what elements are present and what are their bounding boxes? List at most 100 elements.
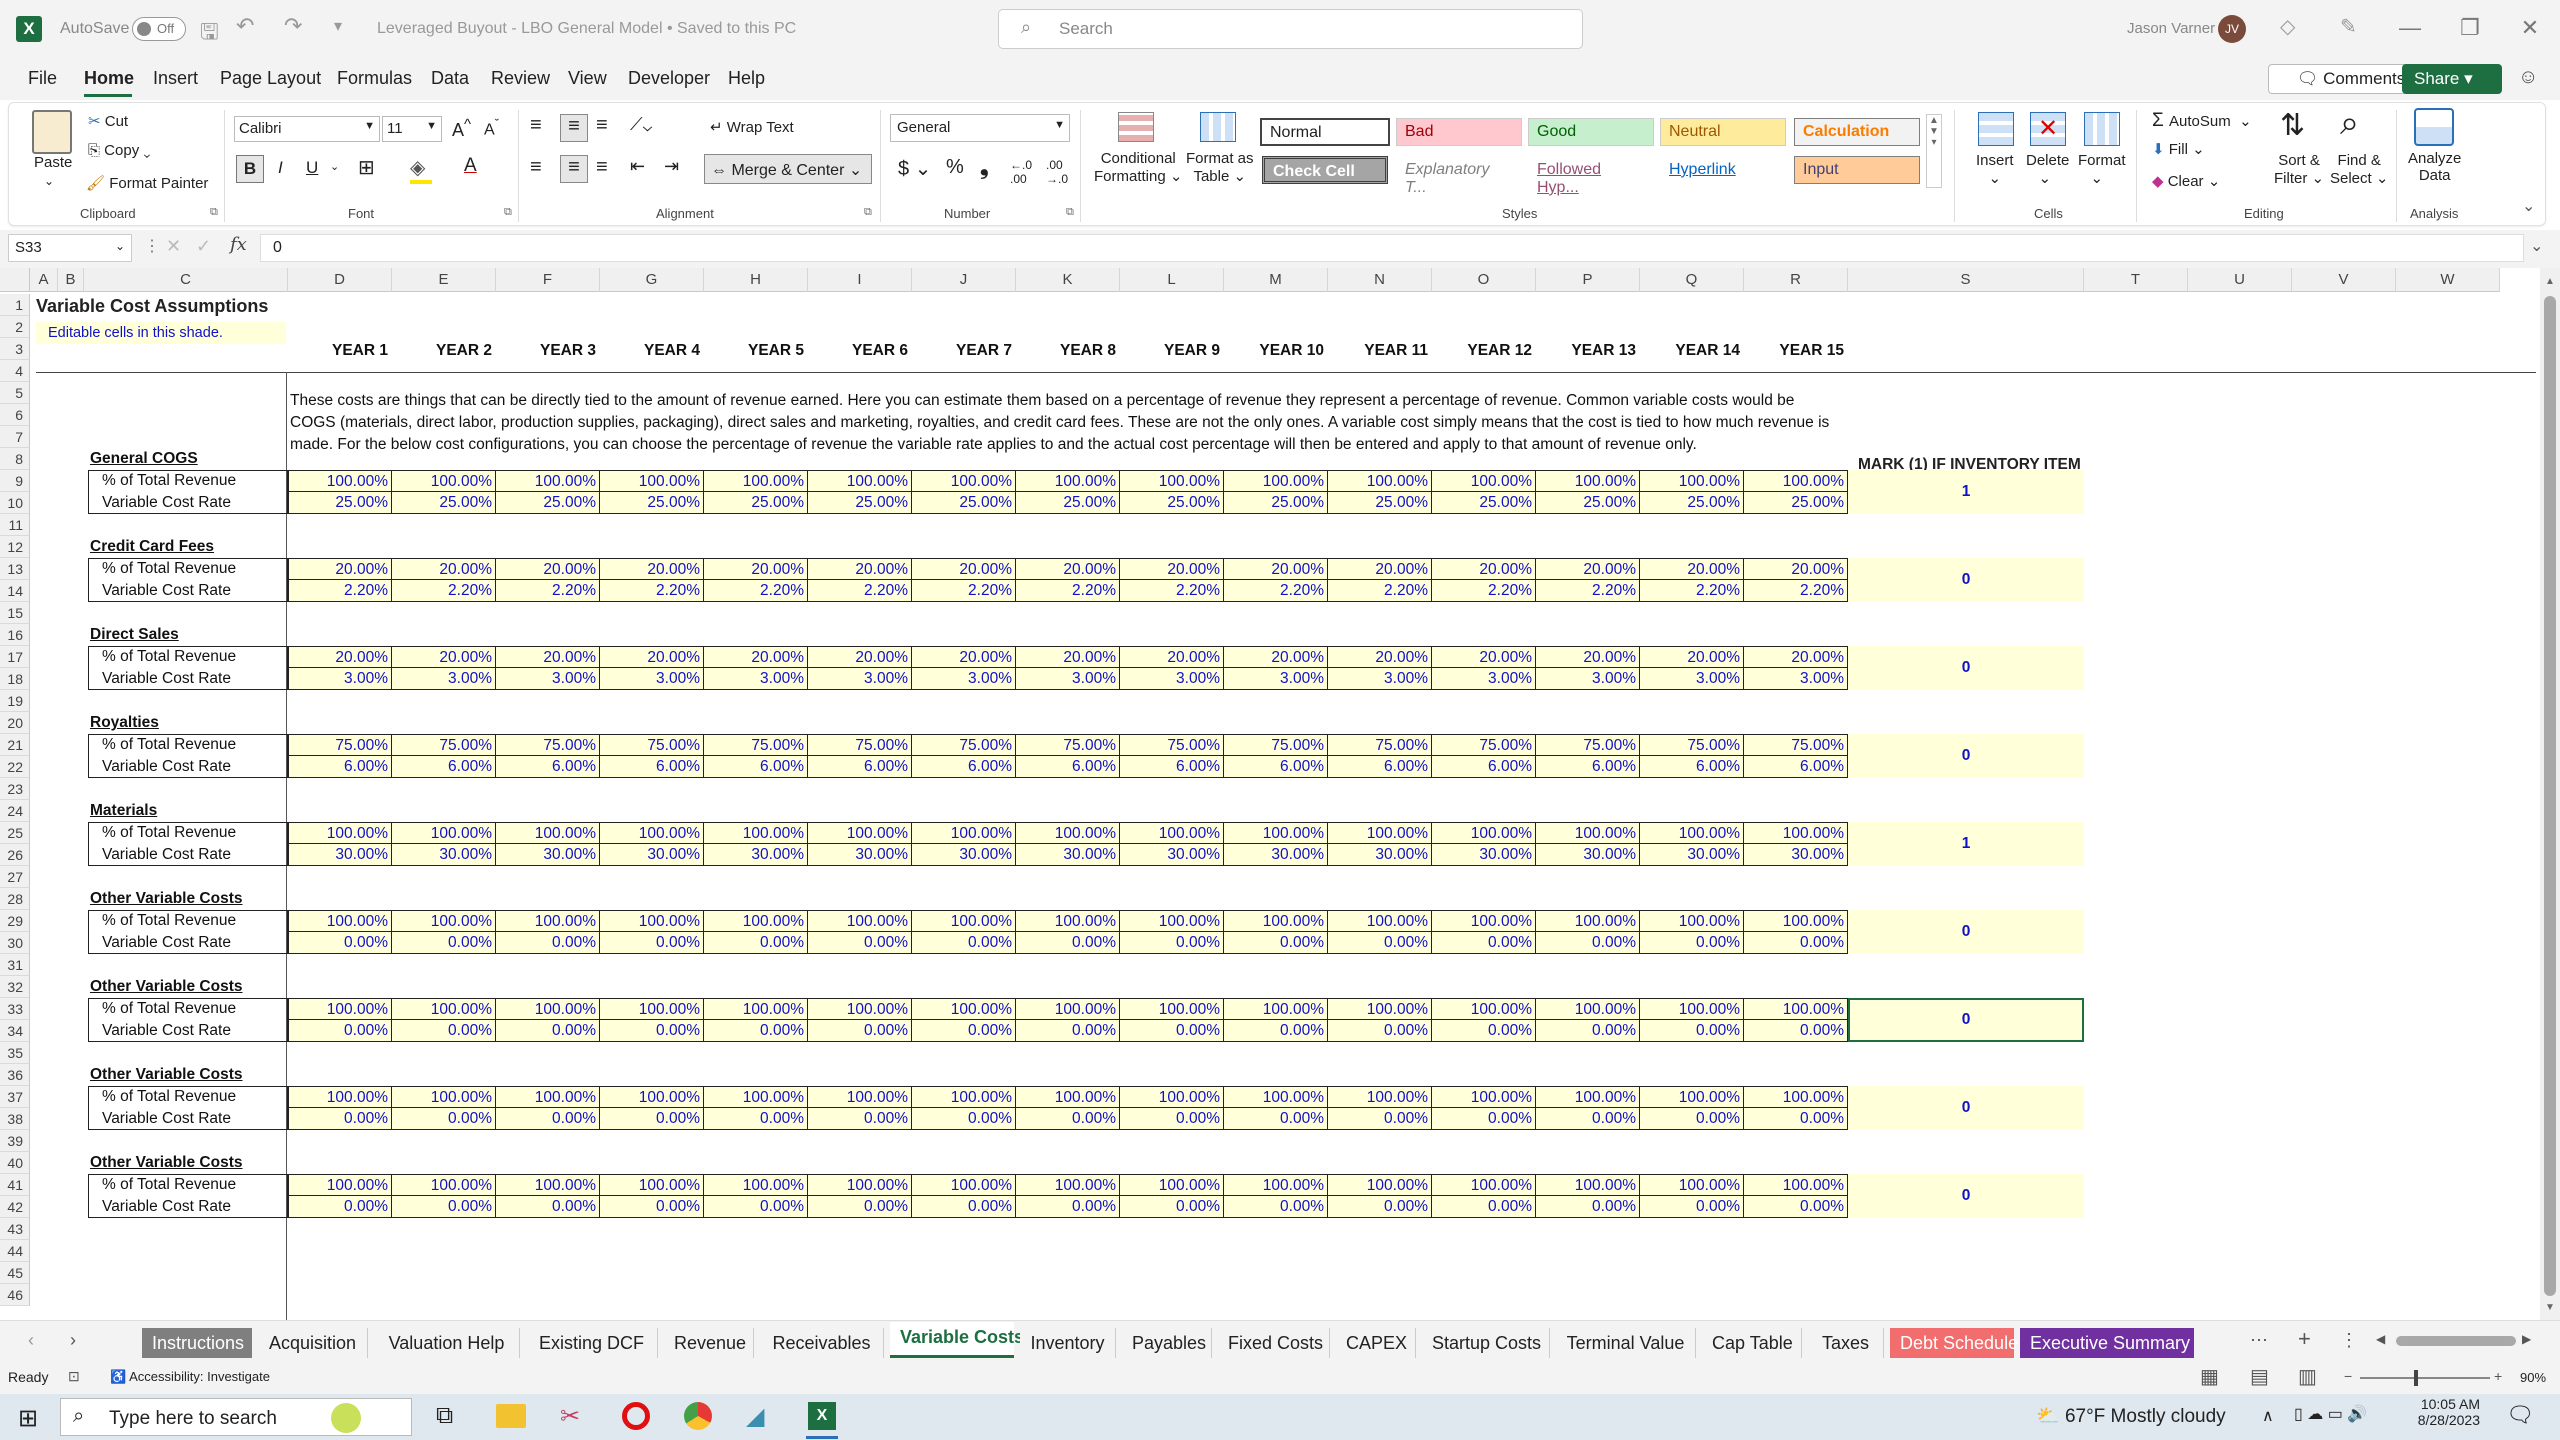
feedback-icon[interactable]: ☺: [2518, 66, 2538, 89]
pct-revenue-cell[interactable]: 100.00%: [912, 470, 1016, 492]
menu-insert[interactable]: Insert: [153, 68, 198, 89]
app-icon[interactable]: ◢: [746, 1402, 764, 1431]
scroll-down-icon[interactable]: ▼: [2545, 1302, 2555, 1313]
variable-rate-cell[interactable]: 6.00%: [1328, 756, 1432, 778]
pct-revenue-cell[interactable]: 100.00%: [1744, 1174, 1848, 1196]
variable-rate-cell[interactable]: 0.00%: [1120, 1196, 1224, 1218]
accessibility-status[interactable]: ♿ Accessibility: Investigate: [110, 1369, 270, 1385]
pct-revenue-cell[interactable]: 100.00%: [1640, 998, 1744, 1020]
variable-rate-cell[interactable]: 0.00%: [1328, 1196, 1432, 1218]
row-header[interactable]: 15: [0, 602, 30, 624]
variable-rate-cell[interactable]: 3.00%: [1744, 668, 1848, 690]
chevron-down-icon[interactable]: ⌄: [330, 160, 339, 173]
variable-rate-cell[interactable]: 25.00%: [808, 492, 912, 514]
variable-rate-cell[interactable]: 6.00%: [1016, 756, 1120, 778]
row-header[interactable]: 40: [0, 1152, 30, 1174]
tab-scroll-right-icon[interactable]: ›: [70, 1330, 76, 1351]
sheet-tab[interactable]: Revenue: [664, 1328, 754, 1358]
row-header[interactable]: 35: [0, 1042, 30, 1064]
variable-rate-cell[interactable]: 6.00%: [1120, 756, 1224, 778]
variable-rate-cell[interactable]: 25.00%: [704, 492, 808, 514]
save-icon[interactable]: 🖫: [200, 15, 219, 53]
pct-revenue-cell[interactable]: 100.00%: [1640, 822, 1744, 844]
pct-revenue-cell[interactable]: 20.00%: [1640, 558, 1744, 580]
pct-revenue-cell[interactable]: 100.00%: [1536, 470, 1640, 492]
row-header[interactable]: 46: [0, 1284, 30, 1306]
row-header[interactable]: 17: [0, 646, 30, 668]
align-right-icon[interactable]: ≡: [596, 156, 608, 179]
column-header[interactable]: B: [58, 268, 84, 292]
variable-rate-cell[interactable]: 0.00%: [496, 1196, 600, 1218]
variable-rate-cell[interactable]: 0.00%: [1640, 1108, 1744, 1130]
variable-rate-cell[interactable]: 0.00%: [496, 932, 600, 954]
style-bad[interactable]: Bad: [1396, 118, 1522, 146]
pct-revenue-cell[interactable]: 100.00%: [1224, 1174, 1328, 1196]
row-header[interactable]: 31: [0, 954, 30, 976]
increase-indent-icon[interactable]: ⇥: [664, 156, 679, 177]
row-header[interactable]: 26: [0, 844, 30, 866]
row-header[interactable]: 21: [0, 734, 30, 756]
column-header[interactable]: S: [1848, 268, 2084, 292]
pct-revenue-cell[interactable]: 100.00%: [808, 910, 912, 932]
variable-rate-cell[interactable]: 3.00%: [912, 668, 1016, 690]
excel-taskbar-icon[interactable]: X: [808, 1402, 836, 1430]
align-center-icon[interactable]: ≡: [560, 155, 588, 183]
pct-revenue-cell[interactable]: 100.00%: [288, 1174, 392, 1196]
file-explorer-icon[interactable]: [496, 1404, 526, 1428]
row-header[interactable]: 19: [0, 690, 30, 712]
variable-rate-cell[interactable]: 3.00%: [1224, 668, 1328, 690]
variable-rate-cell[interactable]: 0.00%: [1016, 1108, 1120, 1130]
format-as-table-icon[interactable]: [1200, 112, 1236, 142]
variable-rate-cell[interactable]: 0.00%: [288, 932, 392, 954]
font-name-select[interactable]: Calibri ▼: [234, 116, 380, 142]
pct-revenue-cell[interactable]: 100.00%: [1432, 998, 1536, 1020]
variable-rate-cell[interactable]: 2.20%: [496, 580, 600, 602]
currency-icon[interactable]: $ ⌄: [898, 156, 931, 181]
column-header[interactable]: C: [84, 268, 288, 292]
opera-icon[interactable]: [622, 1402, 650, 1430]
pct-revenue-cell[interactable]: 100.00%: [1744, 1086, 1848, 1108]
variable-rate-cell[interactable]: 0.00%: [912, 1108, 1016, 1130]
style-input[interactable]: Input: [1794, 156, 1920, 184]
copy-button[interactable]: ⎘ Copy ⌄: [88, 142, 150, 159]
pct-revenue-cell[interactable]: 100.00%: [600, 1174, 704, 1196]
italic-button[interactable]: I: [278, 158, 283, 178]
variable-rate-cell[interactable]: 0.00%: [912, 1196, 1016, 1218]
column-header[interactable]: U: [2188, 268, 2292, 292]
variable-rate-cell[interactable]: 0.00%: [1016, 932, 1120, 954]
share-button[interactable]: Share ▾: [2402, 64, 2502, 94]
style-explanatory[interactable]: Explanatory T...: [1396, 156, 1522, 196]
variable-rate-cell[interactable]: 6.00%: [912, 756, 1016, 778]
variable-rate-cell[interactable]: 0.00%: [1744, 1020, 1848, 1042]
pct-revenue-cell[interactable]: 100.00%: [496, 998, 600, 1020]
analyze-data-icon[interactable]: [2414, 108, 2454, 146]
variable-rate-cell[interactable]: 0.00%: [1744, 1108, 1848, 1130]
pct-revenue-cell[interactable]: 20.00%: [1016, 646, 1120, 668]
pct-revenue-cell[interactable]: 100.00%: [1536, 910, 1640, 932]
variable-rate-cell[interactable]: 2.20%: [1744, 580, 1848, 602]
variable-rate-cell[interactable]: 3.00%: [1640, 668, 1744, 690]
column-header[interactable]: R: [1744, 268, 1848, 292]
row-header[interactable]: 32: [0, 976, 30, 998]
variable-rate-cell[interactable]: 0.00%: [1224, 1196, 1328, 1218]
find-select-button[interactable]: Find & Select ⌄: [2330, 152, 2388, 187]
sheet-tab[interactable]: CAPEX: [1336, 1328, 1416, 1358]
formula-options-icon[interactable]: ⋮: [144, 236, 160, 256]
pct-revenue-cell[interactable]: 100.00%: [1536, 1086, 1640, 1108]
pct-revenue-cell[interactable]: 100.00%: [1016, 822, 1120, 844]
pct-revenue-cell[interactable]: 100.00%: [912, 1174, 1016, 1196]
pct-revenue-cell[interactable]: 100.00%: [1640, 1174, 1744, 1196]
menu-page-layout[interactable]: Page Layout: [220, 68, 321, 89]
pct-revenue-cell[interactable]: 100.00%: [704, 910, 808, 932]
merge-center-button[interactable]: ⇔ Merge & Center ⌄: [704, 154, 872, 184]
row-header[interactable]: 2: [0, 316, 30, 338]
pct-revenue-cell[interactable]: 20.00%: [600, 646, 704, 668]
expand-formula-bar-icon[interactable]: ⌄: [2530, 236, 2543, 256]
sheet-tab[interactable]: Valuation Help: [374, 1328, 520, 1358]
variable-rate-cell[interactable]: 0.00%: [288, 1108, 392, 1130]
format-button[interactable]: Format ⌄: [2078, 152, 2126, 187]
pct-revenue-cell[interactable]: 75.00%: [808, 734, 912, 756]
variable-rate-cell[interactable]: 0.00%: [1120, 1020, 1224, 1042]
inventory-mark-cell[interactable]: 1: [1848, 822, 2084, 866]
variable-rate-cell[interactable]: 30.00%: [1432, 844, 1536, 866]
